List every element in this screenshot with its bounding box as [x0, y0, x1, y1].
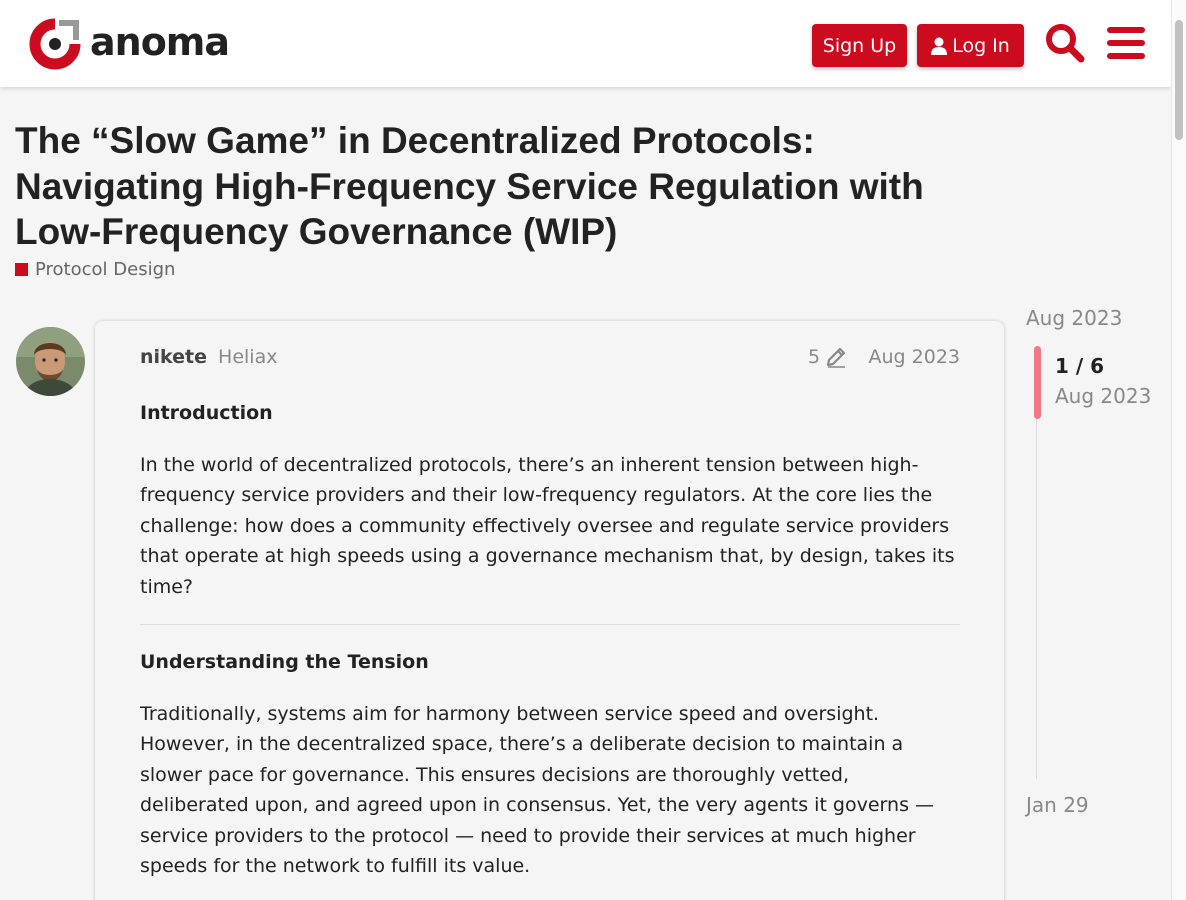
timeline-current-date: Aug 2023 — [1055, 384, 1152, 408]
site-logo[interactable]: anoma — [29, 18, 230, 70]
timeline-start-date[interactable]: Aug 2023 — [1026, 306, 1122, 330]
section-paragraph: In the world of decentralized protocols,… — [140, 453, 955, 598]
section-heading: Understanding the Tension — [140, 651, 429, 673]
post-date[interactable]: Aug 2023 — [869, 346, 961, 368]
pencil-icon — [826, 347, 846, 368]
site-logo-text: anoma — [90, 20, 230, 64]
log-in-label: Log In — [952, 34, 1010, 57]
timeline-position: 1 / 6 — [1055, 354, 1105, 378]
sign-up-label: Sign Up — [822, 34, 897, 57]
search-icon[interactable] — [1045, 22, 1085, 64]
user-icon — [931, 37, 948, 55]
section-paragraph: Traditionally, systems aim for harmony b… — [140, 702, 935, 878]
page-scrollbar[interactable] — [1171, 0, 1186, 900]
anoma-logo-icon — [29, 18, 81, 70]
log-in-button[interactable]: Log In — [917, 24, 1024, 67]
post-username[interactable]: nikete — [140, 346, 207, 368]
category-label: Protocol Design — [35, 259, 176, 280]
edit-count: 5 — [808, 346, 821, 368]
timeline-handle[interactable] — [1034, 346, 1041, 419]
sign-up-button[interactable]: Sign Up — [812, 24, 907, 67]
section-divider — [140, 624, 960, 625]
section-heading: Introduction — [140, 402, 273, 424]
category-badge[interactable]: Protocol Design — [15, 259, 175, 280]
edit-history-button[interactable]: 5 — [808, 346, 847, 368]
hamburger-menu-icon[interactable] — [1106, 22, 1146, 64]
site-header: anoma Sign Up Log In — [0, 0, 1171, 87]
post-meta: nikete Heliax 5 Aug 2023 — [140, 343, 960, 371]
timeline-end-date[interactable]: Jan 29 — [1026, 793, 1089, 817]
category-color-square — [15, 263, 28, 276]
post-body: Introduction In the world of decentraliz… — [140, 398, 960, 900]
post-user-title: Heliax — [218, 346, 278, 368]
scrollbar-thumb[interactable] — [1175, 20, 1183, 140]
avatar[interactable] — [16, 327, 85, 396]
topic-title[interactable]: The “Slow Game” in Decentralized Protoco… — [15, 118, 975, 255]
